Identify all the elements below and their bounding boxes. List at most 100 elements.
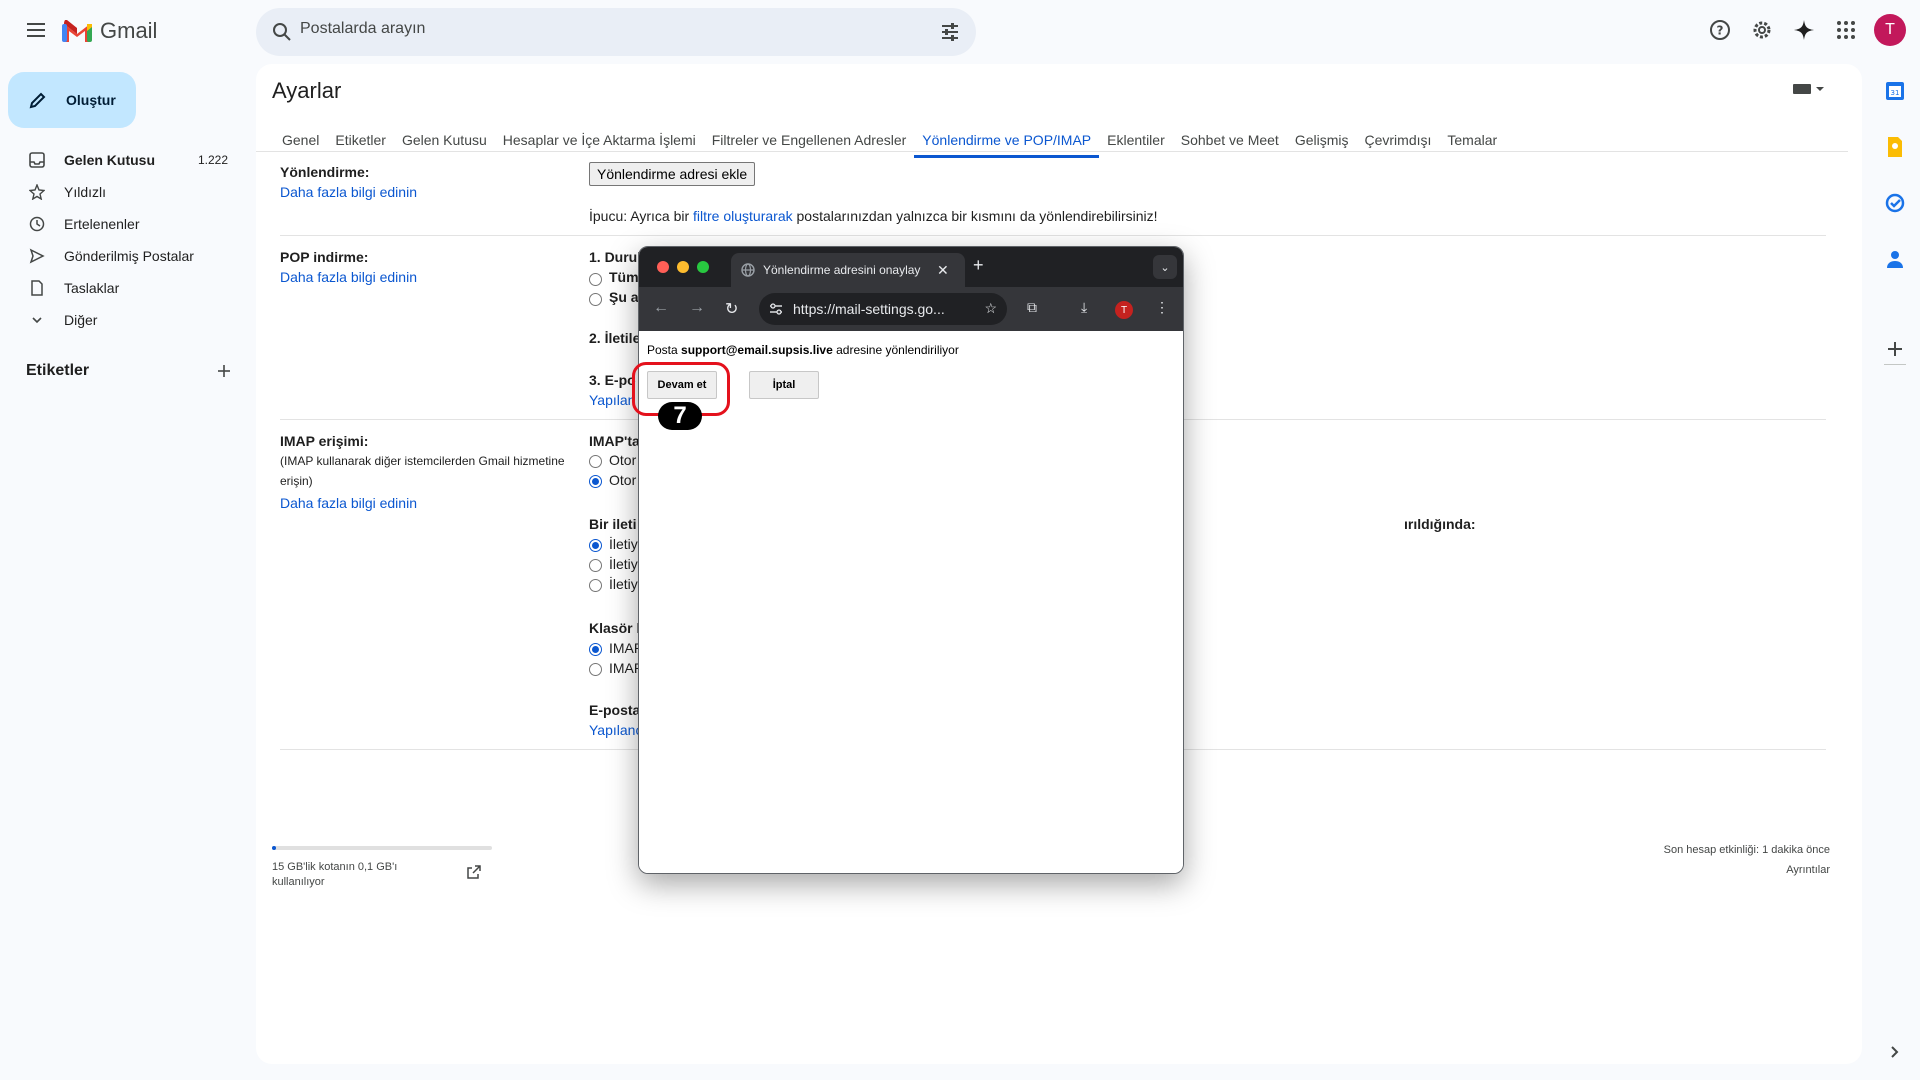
sidebar-item-sent[interactable]: Gönderilmiş Postalar bbox=[0, 240, 244, 272]
tab-addons[interactable]: Eklentiler bbox=[1099, 122, 1173, 158]
pop-learn-more-link[interactable]: Daha fazla bilgi edinin bbox=[280, 269, 417, 285]
sidebar-item-label: Ertelenenler bbox=[64, 216, 140, 232]
search-bar[interactable] bbox=[256, 8, 976, 56]
main-menu-button[interactable] bbox=[20, 14, 52, 46]
tab-forwarding-pop-imap[interactable]: Yönlendirme ve POP/IMAP bbox=[914, 122, 1100, 158]
sidebar-item-more[interactable]: Diğer bbox=[0, 304, 244, 336]
chevron-right-icon[interactable] bbox=[1882, 1039, 1908, 1065]
bookmark-star-icon[interactable]: ☆ bbox=[984, 300, 997, 317]
labels-heading-text: Etiketler bbox=[26, 362, 90, 379]
browser-tab-strip: Yönlendirme adresini onaylay ✕ + ⌄ bbox=[639, 247, 1183, 287]
input-tools-keyboard-icon[interactable] bbox=[1792, 82, 1826, 101]
contacts-icon[interactable] bbox=[1882, 246, 1908, 272]
gemini-sparkle-icon[interactable] bbox=[1790, 16, 1818, 44]
search-icon[interactable] bbox=[270, 20, 294, 44]
sidebar-item-snoozed[interactable]: Ertelenenler bbox=[0, 208, 244, 240]
cancel-button[interactable]: İptal bbox=[749, 371, 819, 399]
window-maximize-button[interactable] bbox=[697, 261, 709, 273]
compose-label: Oluştur bbox=[66, 92, 116, 108]
inbox-count: 1.222 bbox=[197, 153, 228, 167]
message-prefix: Posta bbox=[647, 343, 682, 357]
settings-gear-icon[interactable] bbox=[1748, 16, 1776, 44]
search-options-icon[interactable] bbox=[940, 22, 960, 42]
tab-accounts-import[interactable]: Hesaplar ve İçe Aktarma İşlemi bbox=[495, 122, 704, 158]
search-input[interactable] bbox=[300, 20, 860, 38]
confirm-forwarding-popup-window: Yönlendirme adresini onaylay ✕ + ⌄ ← → ↻… bbox=[638, 246, 1184, 874]
page-title: Ayarlar bbox=[272, 78, 342, 103]
sidebar-item-label: Gönderilmiş Postalar bbox=[64, 248, 194, 264]
imap-learn-more-link[interactable]: Daha fazla bilgi edinin bbox=[280, 495, 417, 511]
browser-toolbar: ← → ↻ https://mail-settings.go... ☆ ⧉ ⤓ … bbox=[639, 287, 1183, 331]
tab-general[interactable]: Genel bbox=[274, 122, 327, 158]
sidebar-item-label: Yıldızlı bbox=[64, 184, 107, 200]
forwarding-email: support@email.supsis.live bbox=[681, 343, 833, 357]
svg-text:31: 31 bbox=[1891, 89, 1900, 97]
new-tab-icon[interactable]: + bbox=[973, 255, 984, 276]
create-filter-link[interactable]: filtre oluşturarak bbox=[693, 208, 793, 224]
step-number-badge: 7 bbox=[658, 402, 702, 430]
imap-config-link[interactable]: Yapılanc bbox=[589, 722, 642, 738]
forward-arrow-icon[interactable]: → bbox=[689, 299, 705, 317]
settings-tabs: Genel Etiketler Gelen Kutusu Hesaplar ve… bbox=[274, 122, 1505, 158]
extensions-puzzle-icon[interactable]: ⧉ bbox=[1027, 299, 1037, 316]
site-info-icon[interactable] bbox=[769, 302, 783, 316]
side-panel: 31 bbox=[1870, 64, 1920, 1080]
add-label-icon[interactable] bbox=[216, 363, 232, 379]
add-addon-icon[interactable] bbox=[1882, 336, 1908, 362]
sidebar-item-label: Gelen Kutusu bbox=[64, 152, 156, 168]
svg-text:?: ? bbox=[1717, 24, 1724, 38]
sidebar-item-drafts[interactable]: Taslaklar bbox=[0, 272, 244, 304]
tasks-icon[interactable] bbox=[1882, 190, 1908, 216]
help-icon[interactable]: ? bbox=[1706, 16, 1734, 44]
sidebar-item-label: Taslaklar bbox=[64, 280, 120, 296]
gmail-m-icon bbox=[62, 20, 92, 42]
tab-search-chevron-icon[interactable]: ⌄ bbox=[1153, 255, 1177, 279]
account-avatar[interactable]: T bbox=[1874, 14, 1906, 46]
download-icon[interactable]: ⤓ bbox=[1081, 299, 1087, 316]
sidebar-item-inbox[interactable]: Gelen Kutusu 1.222 bbox=[0, 144, 244, 176]
labels-heading: Etiketler bbox=[26, 362, 232, 380]
activity-details-link[interactable]: Ayrıntılar bbox=[1664, 860, 1830, 880]
address-bar-url: https://mail-settings.go... bbox=[793, 301, 945, 317]
browser-menu-icon[interactable]: ⋮ bbox=[1155, 299, 1169, 316]
calendar-icon[interactable]: 31 bbox=[1882, 78, 1908, 104]
open-external-icon[interactable] bbox=[466, 864, 482, 880]
keep-icon[interactable] bbox=[1882, 134, 1908, 160]
window-close-button[interactable] bbox=[657, 261, 669, 273]
tab-advanced[interactable]: Gelişmiş bbox=[1287, 122, 1357, 158]
forwarding-confirmation-message: Posta support@email.supsis.live adresine… bbox=[647, 343, 959, 357]
globe-icon bbox=[741, 263, 755, 277]
pencil-icon bbox=[29, 92, 46, 109]
gmail-logo[interactable]: Gmail bbox=[62, 18, 157, 44]
back-arrow-icon[interactable]: ← bbox=[653, 299, 669, 317]
tab-inbox[interactable]: Gelen Kutusu bbox=[394, 122, 495, 158]
add-forwarding-address-button[interactable]: Yönlendirme adresi ekle bbox=[589, 162, 756, 186]
forwarding-learn-more-link[interactable]: Daha fazla bilgi edinin bbox=[280, 184, 417, 200]
browser-tab-title: Yönlendirme adresini onaylay bbox=[763, 263, 921, 277]
tab-chat-meet[interactable]: Sohbet ve Meet bbox=[1173, 122, 1287, 158]
message-suffix: adresine yönlendiriliyor bbox=[832, 343, 959, 357]
inbox-icon bbox=[28, 152, 46, 168]
sidebar-item-label: Diğer bbox=[64, 312, 98, 328]
apps-grid-icon[interactable] bbox=[1832, 16, 1860, 44]
window-minimize-button[interactable] bbox=[677, 261, 689, 273]
top-bar: Gmail ? T bbox=[0, 0, 1920, 64]
sidebar-nav: Gelen Kutusu 1.222 Yıldızlı Ertelenenler… bbox=[0, 144, 244, 336]
browser-tab[interactable]: Yönlendirme adresini onaylay ✕ bbox=[731, 253, 965, 287]
tab-offline[interactable]: Çevrimdışı bbox=[1356, 122, 1439, 158]
compose-button[interactable]: Oluştur bbox=[8, 72, 136, 128]
tab-close-icon[interactable]: ✕ bbox=[937, 262, 949, 279]
tab-labels[interactable]: Etiketler bbox=[327, 122, 394, 158]
pop-config-link[interactable]: Yapılan bbox=[589, 392, 635, 408]
gmail-wordmark: Gmail bbox=[100, 18, 158, 43]
address-bar[interactable]: https://mail-settings.go... ☆ bbox=[759, 293, 1007, 325]
reload-icon[interactable]: ↻ bbox=[725, 299, 738, 319]
star-icon bbox=[28, 184, 46, 200]
sidebar-item-starred[interactable]: Yıldızlı bbox=[0, 176, 244, 208]
send-icon bbox=[28, 248, 46, 264]
tab-filters-blocked[interactable]: Filtreler ve Engellenen Adresler bbox=[704, 122, 915, 158]
tab-themes[interactable]: Temalar bbox=[1439, 122, 1505, 158]
chevron-down-icon bbox=[28, 314, 46, 326]
side-panel-divider bbox=[1884, 364, 1906, 365]
browser-profile-avatar[interactable]: T bbox=[1115, 301, 1133, 319]
